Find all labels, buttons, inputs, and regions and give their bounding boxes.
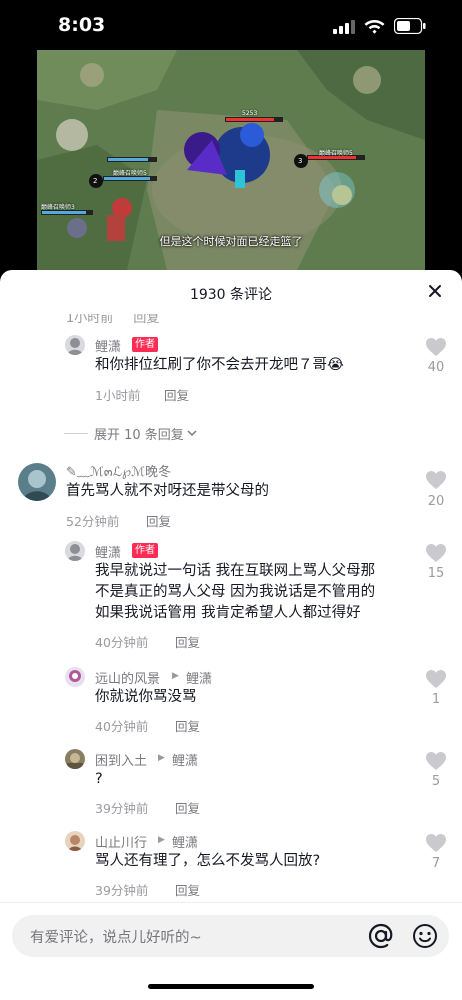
avatar[interactable] [65, 831, 85, 851]
avatar[interactable] [18, 463, 56, 501]
cutoff-time: 1小时前 [66, 314, 114, 326]
player-level-badge: 2 [93, 177, 98, 185]
heart-icon[interactable] [425, 833, 447, 853]
like-count: 1 [431, 692, 441, 707]
comment-time: 52分钟前 [66, 514, 120, 529]
comment-author[interactable]: 困到入土 [95, 750, 147, 769]
reply-target[interactable]: 鲤潇 [172, 832, 198, 851]
comment-text-line-2: 不是真正的骂人父母 因为我说话是不管用的 [95, 584, 376, 600]
comment-author[interactable]: 鲤潇 [95, 336, 121, 355]
author-badge: 作者 [132, 543, 158, 558]
enemy-hp-label: 5253 [242, 110, 258, 117]
comment-list[interactable]: 1小时前 回复 鲤潇 作者 和你排位红刷了你不会去开龙吧７哥😭 1小时前 回复 … [0, 314, 462, 904]
like-count: 20 [427, 494, 445, 509]
reply-button[interactable]: 回复 [146, 511, 171, 530]
like-count: 40 [427, 360, 445, 375]
comment-time: 39分钟前 [95, 801, 149, 816]
heart-icon[interactable] [425, 751, 447, 771]
reply-button[interactable]: 回复 [164, 385, 189, 404]
chevron-down-icon [187, 430, 197, 437]
like-count: 15 [427, 566, 445, 581]
at-mention-icon[interactable] [368, 923, 394, 949]
comment-count-title: 1930 条评论 [189, 287, 273, 303]
comment-author[interactable]: 山止川行 [95, 832, 147, 851]
comment-input[interactable]: 有爱评论，说点儿好听的~ [12, 915, 449, 957]
expand-divider [64, 433, 88, 434]
author-badge: 作者 [132, 337, 158, 352]
comment-sheet: 1930 条评论 1小时前 回复 鲤潇 作者 和你排位红刷了你不会去开龙吧７哥😭… [0, 270, 462, 1000]
comment-text: ? [95, 771, 103, 787]
comment-author[interactable]: 远山的风景 [95, 668, 160, 687]
reply-button[interactable]: 回复 [175, 798, 200, 817]
list-item: 鲤潇 作者 和你排位红刷了你不会去开龙吧７哥😭 1小时前 回复 40 [0, 334, 462, 404]
comment-text: 和你排位红刷了你不会去开龙吧７哥😭 [95, 357, 344, 373]
comment-text-line-1: 我早就说过一句话 我在互联网上骂人父母那 [95, 563, 376, 579]
cutoff-meta: 1小时前 回复 [66, 314, 159, 326]
player-name-right: 巅峰召唤师5 [319, 150, 353, 157]
status-time: 8:03 [58, 14, 106, 36]
list-item: 困到入土 ▶ 鲤潇 ? 39分钟前 回复 5 [0, 748, 462, 818]
enemy-level-badge: 3 [298, 157, 303, 165]
status-bar: 8:03 [0, 0, 462, 50]
comment-author[interactable]: ✎﹏ℳ๓ℒ℘ℳ晚冬 [66, 461, 171, 482]
avatar[interactable] [65, 335, 85, 355]
comment-text: 首先骂人就不对呀还是带父母的 [66, 483, 269, 499]
reply-target[interactable]: 鲤潇 [172, 750, 198, 769]
list-item: 山止川行 ▶ 鲤潇 骂人还有理了，怎么不发骂人回放? 39分钟前 回复 7 [0, 830, 462, 900]
player-name-mid: 巅峰召唤师5 [113, 170, 147, 177]
battery-icon [394, 18, 426, 34]
like-count: 5 [431, 774, 441, 789]
sheet-header: 1930 条评论 [0, 270, 462, 314]
wifi-icon [364, 20, 385, 34]
reply-arrow-icon: ▶ [158, 753, 165, 763]
signal-icon [333, 20, 355, 34]
comment-text: 你就说你骂没骂 [95, 689, 197, 705]
comment-author[interactable]: 鲤潇 [95, 542, 121, 561]
list-item: ✎﹏ℳ๓ℒ℘ℳ晚冬 首先骂人就不对呀还是带父母的 52分钟前 回复 20 [0, 460, 462, 530]
reply-arrow-icon: ▶ [158, 835, 165, 845]
emoji-icon[interactable] [412, 923, 438, 949]
comment-text-line-3: 如果我说话管用 我肯定希望人人都过得好 [95, 605, 361, 621]
heart-icon[interactable] [425, 669, 447, 689]
list-item: 远山的风景 ▶ 鲤潇 你就说你骂没骂 40分钟前 回复 1 [0, 666, 462, 736]
player-name-left: 巅峰召唤师3 [41, 204, 75, 211]
reply-arrow-icon: ▶ [172, 671, 179, 681]
cutoff-reply: 回复 [133, 314, 160, 326]
heart-icon[interactable] [425, 337, 447, 357]
reply-button[interactable]: 回复 [175, 880, 200, 899]
comment-time: 40分钟前 [95, 635, 149, 650]
avatar[interactable] [65, 541, 85, 561]
reply-target[interactable]: 鲤潇 [186, 668, 212, 687]
comment-input-placeholder: 有爱评论，说点儿好听的~ [30, 930, 202, 946]
avatar[interactable] [65, 667, 85, 687]
reply-button[interactable]: 回复 [175, 716, 200, 735]
avatar[interactable] [65, 749, 85, 769]
video-player[interactable]: 5253 2 3 巅峰召唤师3 巅峰召唤师5 巅峰召唤师5 但是这个时候对面已经… [37, 50, 425, 270]
comment-time: 39分钟前 [95, 883, 149, 898]
like-count: 7 [431, 856, 441, 871]
comment-time: 1小时前 [95, 388, 141, 403]
list-item: 鲤潇 作者 我早就说过一句话 我在互联网上骂人父母那 不是真正的骂人父母 因为我… [0, 540, 462, 650]
video-subtitle: 但是这个时候对面已经走篮了 [159, 235, 303, 248]
comment-time: 40分钟前 [95, 719, 149, 734]
heart-icon[interactable] [425, 470, 447, 490]
comment-text: 骂人还有理了，怎么不发骂人回放? [95, 853, 321, 869]
close-icon[interactable] [428, 284, 442, 298]
home-indicator[interactable] [148, 984, 314, 989]
expand-replies-label: 展开 10 条回复 [94, 428, 184, 443]
heart-icon[interactable] [425, 543, 447, 563]
reply-button[interactable]: 回复 [175, 632, 200, 651]
